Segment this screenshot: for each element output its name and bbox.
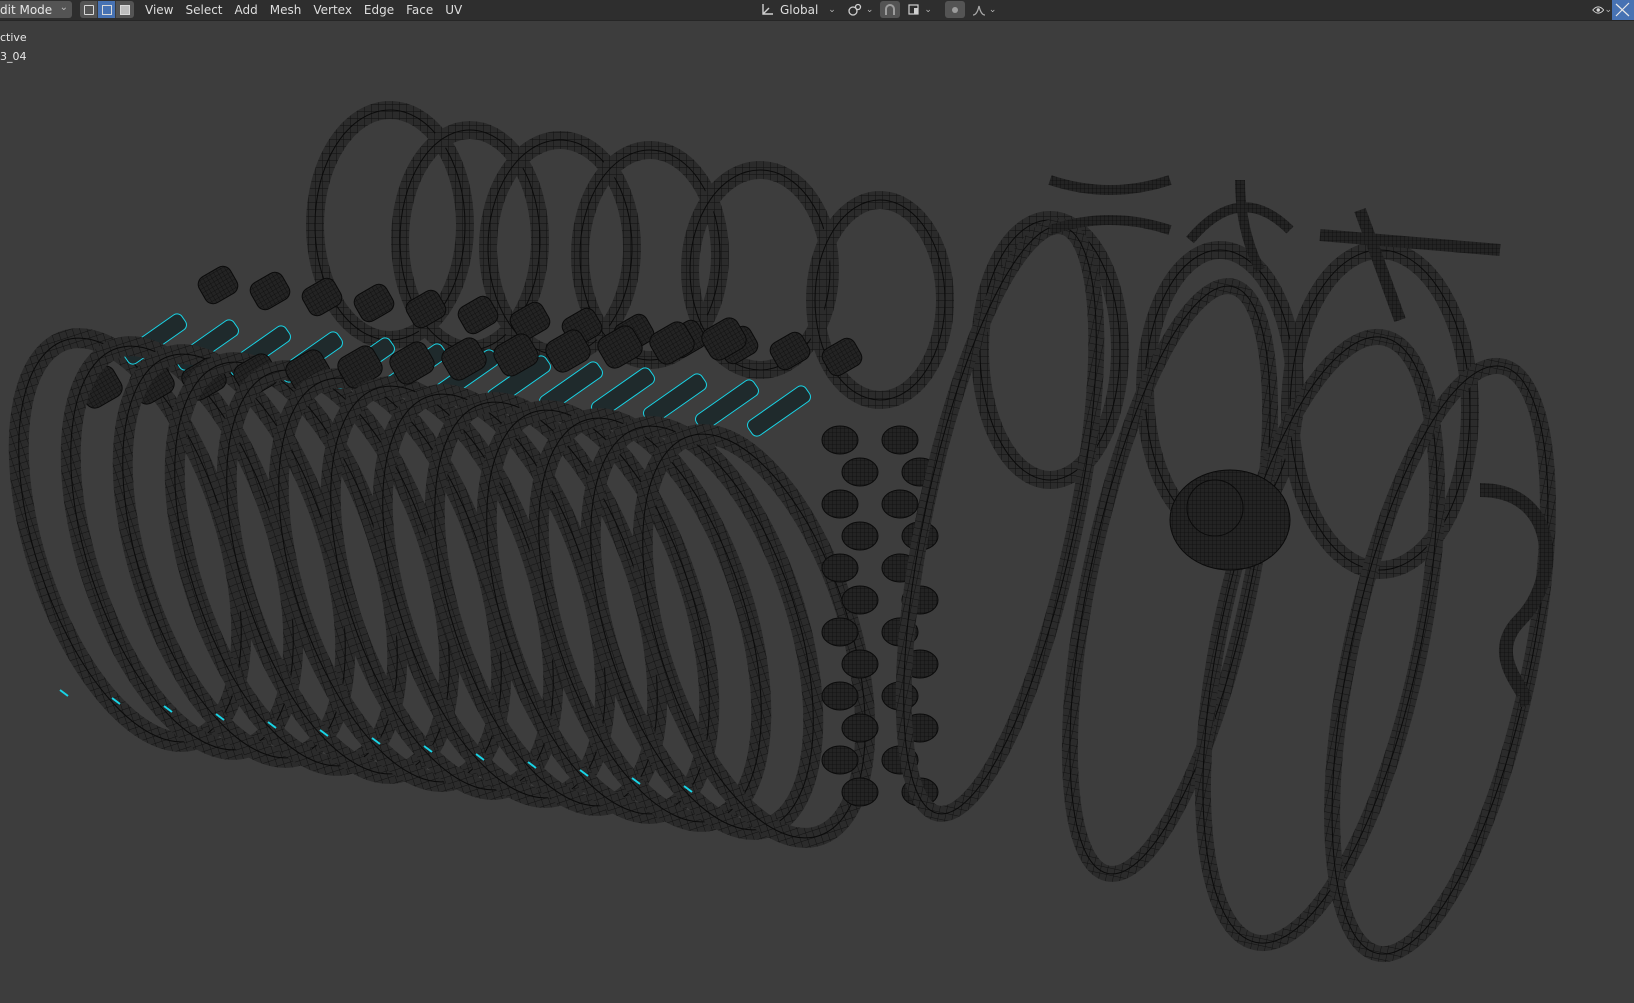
- braid-link: [821, 425, 859, 455]
- braid-link: [821, 553, 859, 583]
- charm-bead: [1186, 479, 1244, 537]
- snap-toggle[interactable]: [880, 1, 901, 18]
- braid-link: [841, 649, 879, 679]
- visibility-dropdown[interactable]: ⌄: [1592, 2, 1612, 19]
- vertex-select-button[interactable]: [80, 1, 98, 18]
- magnet-snap-icon: [885, 3, 896, 15]
- menu-select[interactable]: Select: [179, 0, 228, 20]
- transform-orientation-label: Global: [780, 2, 819, 17]
- clasp-bead: [249, 271, 291, 311]
- braid-link: [881, 425, 919, 455]
- chevron-down-icon: ⌄: [865, 4, 874, 15]
- menu-view[interactable]: View: [139, 0, 179, 20]
- chevron-down-icon: ⌄: [1604, 5, 1612, 15]
- braid-link: [821, 617, 859, 647]
- right-tools: ⌄: [1592, 0, 1634, 20]
- face-select-button[interactable]: [116, 1, 134, 18]
- braid-link: [821, 745, 859, 775]
- bracelet-band: [1061, 278, 1279, 882]
- face-select-icon: [120, 4, 130, 15]
- header-menu: View Select Add Mesh Vertex Edge Face UV: [139, 0, 468, 20]
- proportional-edit-icon: [951, 6, 958, 13]
- transform-orientation-dropdown[interactable]: Global ⌄: [756, 1, 840, 18]
- mode-label: dit Mode: [0, 2, 53, 17]
- bracelet-meshes: [8, 101, 1556, 963]
- clasp-bead: [197, 265, 239, 305]
- braid-link: [841, 713, 879, 743]
- pivot-point-dropdown[interactable]: ⌄: [844, 1, 877, 18]
- accent-edge: [59, 689, 69, 697]
- snap-target-dropdown[interactable]: ⌄: [904, 1, 935, 18]
- braid-link: [841, 585, 879, 615]
- charm-gemini: [1048, 175, 1172, 235]
- chevron-down-icon: ⌄: [988, 4, 997, 15]
- falloff-dropdown[interactable]: ⌄: [969, 1, 1000, 18]
- braid-link: [821, 489, 859, 519]
- braid-link: [841, 521, 879, 551]
- braid-link: [841, 777, 879, 807]
- gizmo-icon: [1615, 2, 1630, 17]
- center-tools: Global ⌄ ⌄ ⌄ ⌄: [756, 1, 999, 18]
- vertex-select-icon: [83, 4, 94, 15]
- chevron-down-icon: ⌄: [59, 2, 68, 13]
- pivot-point-icon: [848, 3, 861, 16]
- transform-orientation-icon: [762, 3, 773, 15]
- braid-link: [881, 489, 919, 519]
- proportional-edit-toggle[interactable]: [944, 1, 965, 18]
- braid-link: [821, 681, 859, 711]
- menu-uv[interactable]: UV: [439, 0, 468, 20]
- snap-target-icon: [908, 3, 919, 15]
- menu-mesh[interactable]: Mesh: [264, 0, 308, 20]
- viewport-header: dit Mode ⌄ View Select Add Mesh Vertex E…: [0, 0, 1634, 21]
- menu-vertex[interactable]: Vertex: [307, 0, 358, 20]
- menu-edge[interactable]: Edge: [358, 0, 400, 20]
- menu-add[interactable]: Add: [229, 0, 264, 20]
- 3d-viewport[interactable]: [0, 20, 1634, 1003]
- falloff-curve-icon: [972, 5, 986, 16]
- chevron-down-icon: ⌄: [828, 4, 836, 15]
- eye-icon: [1592, 6, 1605, 14]
- select-mode-group: [80, 1, 134, 18]
- braid-link: [841, 457, 879, 487]
- edge-select-icon: [101, 4, 112, 15]
- gizmo-toggle[interactable]: [1612, 0, 1634, 20]
- menu-face[interactable]: Face: [400, 0, 439, 20]
- chevron-down-icon: ⌄: [924, 4, 932, 15]
- edge-select-button[interactable]: [98, 1, 116, 18]
- mode-dropdown[interactable]: dit Mode ⌄: [0, 1, 72, 18]
